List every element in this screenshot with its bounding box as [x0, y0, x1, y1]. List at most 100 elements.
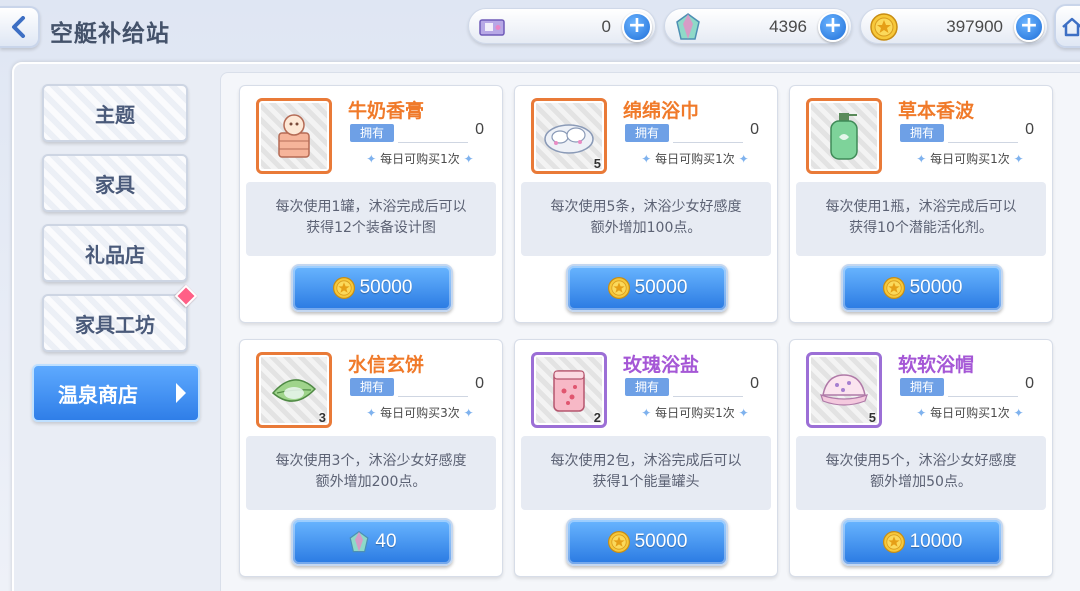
add-gem-button[interactable]: + [818, 12, 848, 42]
item-frame[interactable]: 3 [256, 352, 332, 428]
coin-icon [607, 531, 630, 553]
item-frame[interactable]: 2 [531, 352, 607, 428]
shop-item-card: 草本香波 拥有 0 ✦ 每日可购买1次 ✦ 每次使用1瓶，沐浴完成后可以 获得1… [789, 85, 1053, 323]
purchase-limit: ✦ 每日可购买1次 ✦ [900, 150, 1040, 167]
owned-count: 0 [475, 121, 484, 138]
sparkle-icon: ✦ [463, 152, 474, 166]
coin-count: 397900 [946, 17, 1003, 36]
sparkle-icon: ✦ [366, 406, 377, 420]
description-line: 获得10个潜能活化剂。 [849, 220, 993, 236]
item-name: 玫瑰浴盐 [623, 354, 700, 376]
ticket-icon [479, 19, 505, 36]
gem-currency: 4396 + [664, 8, 852, 44]
price: 50000 [909, 277, 963, 298]
purchase-limit-text: 每日可购买1次 [380, 152, 460, 166]
buy-button[interactable]: 50000 [291, 264, 453, 312]
divider [398, 396, 468, 397]
shop-item-card: 2 玫瑰浴盐 拥有 0 ✦ 每日可购买1次 ✦ 每次使用2包，沐浴完成后可以 获… [514, 339, 778, 577]
divider [398, 142, 468, 143]
item-name: 绵绵浴巾 [623, 100, 700, 122]
buy-button[interactable]: 50000 [566, 518, 728, 566]
milk-cream-icon [278, 114, 310, 158]
sidebar-item-label: 家具工坊 [75, 312, 155, 337]
ticket-count: 0 [601, 17, 611, 36]
shop-item-card: 5 软软浴帽 拥有 0 ✦ 每日可购买1次 ✦ 每次使用5个，沐浴少女好感度 额… [789, 339, 1053, 577]
sparkle-icon: ✦ [916, 152, 927, 166]
buy-button[interactable]: 50000 [841, 264, 1003, 312]
sidebar-item-hot-spring-shop[interactable]: 温泉商店 [32, 364, 200, 422]
owned-count: 0 [750, 375, 759, 392]
shop-item-card: 5 绵绵浴巾 拥有 0 ✦ 每日可购买1次 ✦ 每次使用5条，沐浴少女好感度 额… [514, 85, 778, 323]
towel-icon [544, 124, 594, 154]
sparkle-icon: ✦ [738, 406, 749, 420]
item-frame[interactable]: 5 [531, 98, 607, 174]
buy-button[interactable]: 50000 [566, 264, 728, 312]
sparkle-icon: ✦ [916, 406, 927, 420]
price: 50000 [634, 531, 688, 552]
item-frame[interactable]: 5 [806, 352, 882, 428]
divider [673, 396, 743, 397]
coin-icon [870, 13, 898, 41]
chevron-left-icon [12, 16, 25, 38]
add-coin-button[interactable]: + [1014, 12, 1044, 42]
sparkle-icon: ✦ [641, 152, 652, 166]
purchase-limit: ✦ 每日可购买1次 ✦ [350, 150, 490, 167]
description-line: 每次使用2包，沐浴完成后可以 [550, 453, 742, 469]
item-frame[interactable] [806, 98, 882, 174]
owned-count: 0 [1025, 121, 1034, 138]
sidebar-item-furniture-workshop[interactable]: 家具工坊 [42, 284, 198, 352]
sidebar-item-label: 家具 [95, 172, 135, 197]
home-icon [1062, 17, 1080, 37]
coin-icon [332, 277, 355, 299]
sidebar-item-gift-shop[interactable]: 礼品店 [42, 224, 188, 282]
item-description: 每次使用1罐，沐浴完成后可以 获得12个装备设计图 [246, 182, 496, 256]
description-line: 每次使用1罐，沐浴完成后可以 [275, 199, 467, 215]
shop-item-card: 3 水信玄饼 拥有 0 ✦ 每日可购买3次 ✦ 每次使用3个，沐浴少女好感度 额… [239, 339, 503, 577]
owned-label: 拥有 [900, 124, 944, 142]
purchase-limit-text: 每日可购买3次 [380, 406, 460, 420]
sparkle-icon: ✦ [738, 152, 749, 166]
item-name: 软软浴帽 [898, 354, 975, 376]
shampoo-bottle-icon [830, 113, 858, 160]
coin-currency: 397900 + [860, 8, 1048, 44]
owned-count: 0 [750, 121, 759, 138]
description-line: 额外增加100点。 [590, 220, 702, 236]
divider [673, 142, 743, 143]
item-name: 牛奶香膏 [348, 100, 425, 122]
buy-button[interactable]: 40 [291, 518, 453, 566]
bath-salt-jar-icon [553, 370, 585, 412]
gem-icon [676, 13, 700, 40]
sidebar-item-label: 温泉商店 [58, 382, 138, 407]
item-description: 每次使用3个，沐浴少女好感度 额外增加200点。 [246, 436, 496, 510]
item-name: 草本香波 [898, 100, 975, 122]
item-frame[interactable] [256, 98, 332, 174]
owned-count: 0 [1025, 375, 1034, 392]
sparkle-icon: ✦ [641, 406, 652, 420]
item-description: 每次使用2包，沐浴完成后可以 获得1个能量罐头 [521, 436, 771, 510]
sidebar-item-theme[interactable]: 主题 [42, 84, 188, 142]
sparkle-icon: ✦ [463, 406, 474, 420]
buy-button[interactable]: 10000 [841, 518, 1003, 566]
price: 50000 [634, 277, 688, 298]
purchase-limit: ✦ 每日可购买1次 ✦ [900, 404, 1040, 421]
shop-item-card: 牛奶香膏 拥有 0 ✦ 每日可购买1次 ✦ 每次使用1罐，沐浴完成后可以 获得1… [239, 85, 503, 323]
sparkle-icon: ✦ [1013, 406, 1024, 420]
item-quantity: 5 [868, 410, 876, 425]
item-quantity: 3 [318, 410, 326, 425]
owned-count: 0 [475, 375, 484, 392]
home-button[interactable] [1054, 4, 1080, 48]
purchase-limit: ✦ 每日可购买1次 ✦ [625, 404, 765, 421]
description-line: 每次使用3个，沐浴少女好感度 [275, 453, 467, 469]
purchase-limit-text: 每日可购买1次 [655, 152, 735, 166]
item-quantity: 2 [593, 410, 601, 425]
leaf-cake-icon [271, 379, 317, 402]
description-line: 每次使用5个，沐浴少女好感度 [825, 453, 1017, 469]
add-ticket-button[interactable]: + [622, 12, 652, 42]
item-quantity: 5 [593, 156, 601, 171]
back-button[interactable] [0, 6, 40, 48]
owned-label: 拥有 [625, 124, 669, 142]
sidebar-item-furniture[interactable]: 家具 [42, 154, 188, 212]
purchase-limit-text: 每日可购买1次 [930, 152, 1010, 166]
price: 40 [375, 531, 397, 552]
item-name: 水信玄饼 [348, 354, 425, 376]
